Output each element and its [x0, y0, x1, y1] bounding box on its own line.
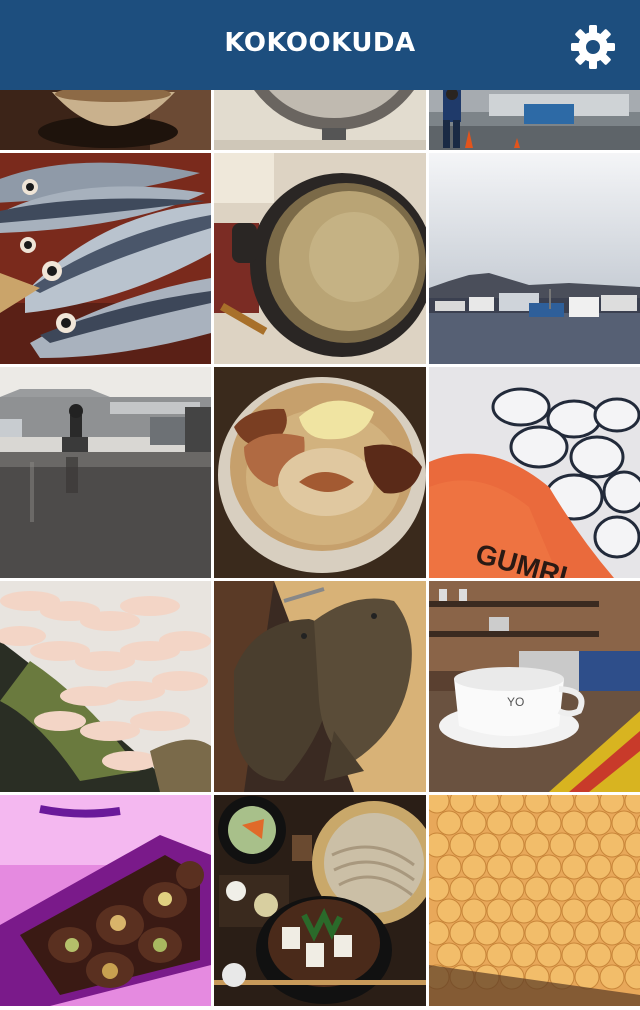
apricot-fruit	[429, 920, 450, 946]
apricot-fruit	[611, 942, 637, 968]
apricot-fruit	[461, 942, 487, 968]
photo-grid: GUMRI YO	[0, 90, 640, 1010]
apricot-fruit	[486, 810, 512, 836]
apricot-fruit	[586, 942, 612, 968]
apricot-fruit	[549, 876, 575, 902]
photo-fresh-fish[interactable]	[0, 153, 211, 364]
photo-ramen-bowl[interactable]	[214, 367, 426, 578]
apricot-fruit	[574, 876, 600, 902]
apricot-fruit	[436, 854, 462, 880]
apricot-fruit	[549, 920, 575, 946]
apricot-fruit	[474, 920, 500, 946]
apricot-fruit	[461, 810, 487, 836]
apricot-fruit	[499, 876, 525, 902]
apricot-fruit	[429, 876, 450, 902]
apricot-fruit	[511, 898, 537, 924]
apricot-fruit	[449, 876, 475, 902]
apricot-fruit	[524, 920, 550, 946]
apricot-fruit	[524, 832, 550, 858]
photo-mochi-sweets[interactable]: GUMRI	[429, 367, 640, 578]
apricot-fruit	[574, 832, 600, 858]
apricot-fruit	[511, 942, 537, 968]
apricot-fruit	[574, 964, 600, 990]
photo-bowl-top[interactable]	[0, 90, 211, 150]
apricot-fruit	[536, 810, 562, 836]
photo-harbor-boats[interactable]	[429, 153, 640, 364]
apricot-fruit	[486, 898, 512, 924]
apricot-fruit	[499, 920, 525, 946]
apricot-fruit	[536, 854, 562, 880]
photo-chocolate-box[interactable]	[0, 795, 211, 1006]
apricot-fruit	[536, 942, 562, 968]
apricot-fruit	[574, 920, 600, 946]
apricot-fruit	[524, 876, 550, 902]
apricot-fruit	[599, 876, 625, 902]
apricot-fruit	[611, 898, 637, 924]
apricot-fruit	[436, 942, 462, 968]
apricot-fruit	[561, 898, 587, 924]
apricot-fruit	[474, 876, 500, 902]
photo-soup-pot[interactable]	[214, 153, 426, 364]
photo-soba-set[interactable]	[214, 795, 426, 1006]
apricot-fruit	[599, 832, 625, 858]
apricot-fruit	[461, 854, 487, 880]
apricot-fruit	[449, 832, 475, 858]
apricot-fruit	[586, 810, 612, 836]
apricot-fruit	[561, 810, 587, 836]
app-title: KOKOOKUDA	[224, 28, 416, 58]
photo-flounder[interactable]	[214, 581, 426, 792]
apricot-fruit	[599, 920, 625, 946]
apricot-fruit	[429, 832, 450, 858]
apricot-fruit	[436, 898, 462, 924]
apricot-fruit	[611, 854, 637, 880]
photo-coffee-cup[interactable]: YO	[429, 581, 640, 792]
photo-raw-shrimp[interactable]	[0, 581, 211, 792]
apricot-fruit	[486, 942, 512, 968]
apricot-fruit	[499, 832, 525, 858]
apricot-fruit	[536, 898, 562, 924]
apricot-fruit	[549, 832, 575, 858]
apricot-fruit	[586, 898, 612, 924]
apricot-fruit	[561, 854, 587, 880]
photo-rainy-fish-market[interactable]	[0, 367, 211, 578]
apricot-fruit	[436, 810, 462, 836]
apricot-fruit	[449, 920, 475, 946]
apricot-fruit	[474, 832, 500, 858]
apricot-fruit	[511, 810, 537, 836]
photo-apricots[interactable]	[429, 795, 640, 1006]
apricot-fruit	[561, 942, 587, 968]
apricot-fruit	[511, 854, 537, 880]
apricot-fruit	[611, 810, 637, 836]
photo-market-worker-top[interactable]	[429, 90, 640, 150]
gear-icon[interactable]	[570, 24, 616, 70]
photo-pot-top[interactable]	[214, 90, 426, 150]
cup-logo-text: YO	[507, 695, 524, 709]
apricot-fruit	[599, 964, 625, 990]
apricot-fruit	[586, 854, 612, 880]
apricot-fruit	[461, 898, 487, 924]
apricot-fruit	[486, 854, 512, 880]
app-header: KOKOOKUDA	[0, 0, 640, 90]
